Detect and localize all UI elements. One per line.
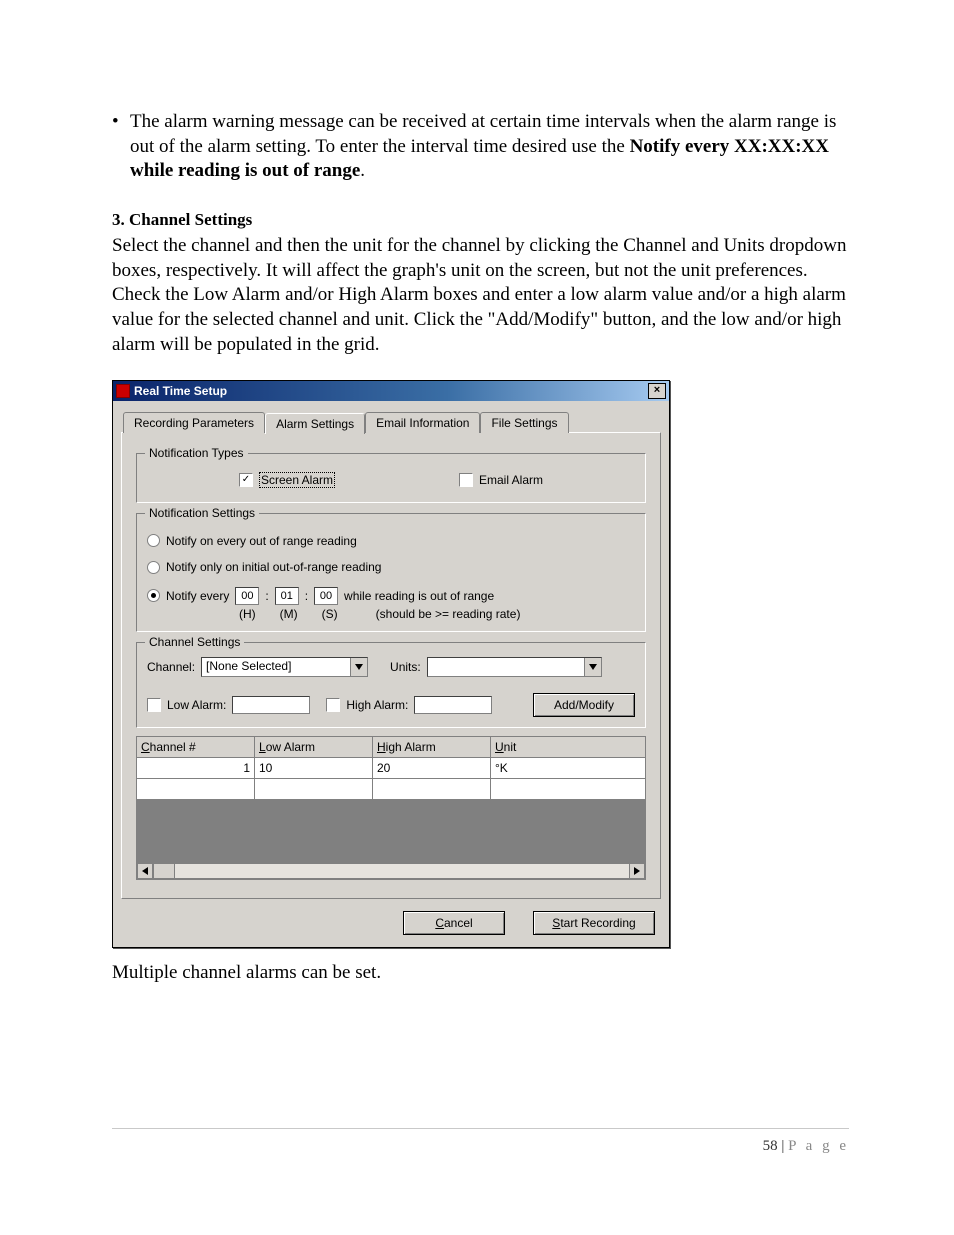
grid-row[interactable]: 1 10 20 °K bbox=[137, 757, 646, 778]
scroll-track[interactable] bbox=[175, 863, 629, 879]
interval-unit-labels: (H) (M) (S) (should be >= reading rate) bbox=[239, 607, 635, 621]
close-button[interactable]: × bbox=[648, 383, 666, 399]
legend-channel-settings: Channel Settings bbox=[145, 635, 244, 649]
col-high: High Alarm bbox=[373, 736, 491, 757]
checkbox-icon bbox=[147, 698, 161, 712]
interval-suffix: while reading is out of range bbox=[344, 589, 494, 603]
page-number: 58 bbox=[763, 1138, 778, 1154]
low-alarm-label: Low Alarm: bbox=[167, 698, 226, 712]
units-value bbox=[428, 658, 584, 676]
chevron-down-icon bbox=[350, 658, 367, 676]
group-channel-settings: Channel Settings Channel: [None Selected… bbox=[136, 642, 646, 728]
app-icon bbox=[116, 384, 130, 398]
radio-label: Notify on every out of range reading bbox=[166, 534, 357, 548]
cancel-button[interactable]: Cancel bbox=[403, 911, 505, 935]
checkbox-icon: ✓ bbox=[239, 473, 253, 487]
checkbox-low-alarm[interactable]: Low Alarm: bbox=[147, 698, 226, 712]
channel-value: [None Selected] bbox=[202, 658, 350, 676]
cell-high: 20 bbox=[373, 757, 491, 778]
tab-panel-alarm-settings: Notification Types ✓ Screen Alarm Email … bbox=[121, 432, 661, 899]
scroll-right-icon[interactable] bbox=[629, 863, 645, 879]
checkbox-high-alarm[interactable]: High Alarm: bbox=[326, 698, 408, 712]
interval-minutes-input[interactable] bbox=[275, 587, 299, 605]
checkbox-email-alarm[interactable]: Email Alarm bbox=[459, 473, 543, 487]
mn: C bbox=[435, 916, 444, 930]
alarm-grid: Channel # Low Alarm High Alarm Unit 1 10… bbox=[136, 736, 646, 880]
heading-channel-settings: 3. Channel Settings bbox=[112, 210, 849, 230]
high-alarm-input[interactable] bbox=[414, 696, 492, 714]
legend-notification-settings: Notification Settings bbox=[145, 506, 259, 520]
tab-file-settings[interactable]: File Settings bbox=[480, 412, 568, 433]
units-dropdown[interactable] bbox=[427, 657, 602, 677]
tab-label: Email Information bbox=[376, 416, 469, 430]
checkbox-label: Email Alarm bbox=[479, 473, 543, 487]
close-icon: × bbox=[654, 385, 660, 396]
grid-empty-area bbox=[136, 800, 646, 863]
scroll-left-icon[interactable] bbox=[137, 863, 153, 879]
grid-header-row: Channel # Low Alarm High Alarm Unit bbox=[137, 736, 646, 757]
radio-notify-every-reading[interactable]: Notify on every out of range reading bbox=[147, 534, 357, 548]
radio-icon bbox=[147, 561, 160, 574]
col-low: Low Alarm bbox=[255, 736, 373, 757]
cell-low: 10 bbox=[255, 757, 373, 778]
hours-unit: (H) bbox=[239, 607, 256, 621]
scroll-thumb[interactable] bbox=[153, 863, 175, 879]
minutes-unit: (M) bbox=[280, 607, 298, 621]
radio-label: Notify only on initial out-of-range read… bbox=[166, 560, 381, 574]
checkbox-icon bbox=[326, 698, 340, 712]
rate-note: (should be >= reading rate) bbox=[376, 607, 521, 621]
doc-bullet-paragraph: • The alarm warning message can be recei… bbox=[112, 110, 849, 184]
tab-alarm-settings[interactable]: Alarm Settings bbox=[265, 413, 365, 434]
start-recording-button[interactable]: Start Recording bbox=[533, 911, 655, 935]
high-alarm-label: High Alarm: bbox=[346, 698, 408, 712]
radio-notify-initial[interactable]: Notify only on initial out-of-range read… bbox=[147, 560, 381, 574]
checkbox-icon bbox=[459, 473, 473, 487]
page-footer: 58 | P a g e bbox=[763, 1138, 849, 1155]
colon: : bbox=[305, 589, 308, 603]
bullet-suffix: . bbox=[360, 160, 365, 181]
channel-label: Channel: bbox=[147, 660, 195, 674]
tab-label: Alarm Settings bbox=[276, 417, 354, 431]
cell-unit: °K bbox=[491, 757, 646, 778]
col-unit: Unit bbox=[491, 736, 646, 757]
page-label: P a g e bbox=[788, 1138, 849, 1154]
col-channel: Channel # bbox=[137, 736, 255, 757]
add-modify-button[interactable]: Add/Modify bbox=[533, 693, 635, 717]
legend-notification-types: Notification Types bbox=[145, 446, 248, 460]
channel-dropdown[interactable]: [None Selected] bbox=[201, 657, 368, 677]
button-label: Add/Modify bbox=[554, 698, 614, 712]
window-title: Real Time Setup bbox=[134, 384, 648, 398]
tab-recording-parameters[interactable]: Recording Parameters bbox=[123, 412, 265, 433]
rest: ancel bbox=[444, 916, 473, 930]
paragraph-after-dialog: Multiple channel alarms can be set. bbox=[112, 962, 849, 984]
interval-hours-input[interactable] bbox=[235, 587, 259, 605]
low-alarm-input[interactable] bbox=[232, 696, 310, 714]
interval-seconds-input[interactable] bbox=[314, 587, 338, 605]
horizontal-scrollbar[interactable] bbox=[136, 863, 646, 880]
paragraph-channel-settings: Select the channel and then the unit for… bbox=[112, 234, 849, 357]
tab-label: Recording Parameters bbox=[134, 416, 254, 430]
titlebar: Real Time Setup × bbox=[113, 381, 669, 401]
tab-label: File Settings bbox=[491, 416, 557, 430]
radio-icon bbox=[147, 589, 160, 602]
rest: tart Recording bbox=[560, 916, 635, 930]
radio-notify-interval[interactable]: Notify every bbox=[147, 589, 229, 603]
colon: : bbox=[265, 589, 268, 603]
units-label: Units: bbox=[390, 660, 421, 674]
radio-icon bbox=[147, 534, 160, 547]
chevron-down-icon bbox=[584, 658, 601, 676]
footer-rule bbox=[112, 1128, 849, 1129]
grid-row-empty bbox=[137, 778, 646, 799]
seconds-unit: (S) bbox=[322, 607, 338, 621]
group-notification-types: Notification Types ✓ Screen Alarm Email … bbox=[136, 453, 646, 503]
tab-email-information[interactable]: Email Information bbox=[365, 412, 480, 433]
dialog-real-time-setup: Real Time Setup × Recording Parameters A… bbox=[112, 380, 670, 948]
cell-channel: 1 bbox=[137, 757, 255, 778]
checkbox-label: Screen Alarm bbox=[259, 472, 335, 488]
tabstrip: Recording Parameters Alarm Settings Emai… bbox=[123, 411, 663, 432]
bullet-icon: • bbox=[112, 110, 130, 184]
radio-label: Notify every bbox=[166, 589, 229, 603]
group-notification-settings: Notification Settings Notify on every ou… bbox=[136, 513, 646, 632]
checkbox-screen-alarm[interactable]: ✓ Screen Alarm bbox=[239, 472, 335, 488]
